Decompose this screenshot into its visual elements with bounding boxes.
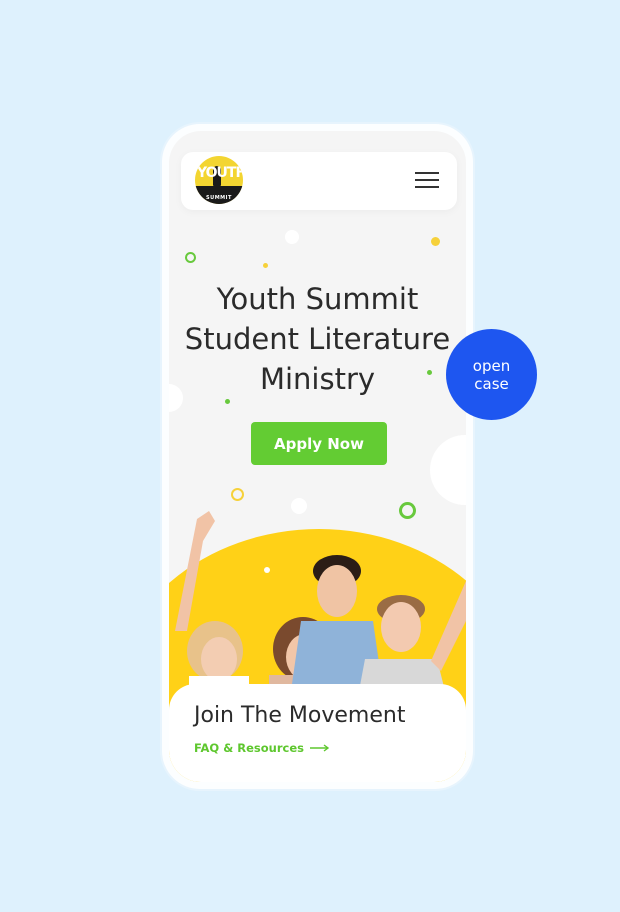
card-title: Join The Movement (194, 703, 406, 728)
open-case-line: case (474, 374, 509, 393)
decor-dot (231, 488, 244, 501)
arrow-right-icon (309, 744, 330, 752)
faq-resources-link[interactable]: FAQ & Resources (194, 741, 330, 755)
hamburger-icon[interactable] (415, 172, 439, 188)
movement-card: Join The Movement FAQ & Resources (169, 684, 466, 782)
group-photo (175, 511, 466, 691)
decor-dot (225, 399, 230, 404)
decor-dot (430, 435, 466, 505)
open-case-button[interactable]: open case (446, 329, 537, 420)
hero-title-line: Ministry (259, 362, 376, 396)
decor-dot (185, 252, 196, 263)
header-bar: YOUTH SUMMIT (181, 152, 457, 210)
open-case-line: open (472, 356, 511, 375)
apply-now-button[interactable]: Apply Now (251, 422, 387, 465)
phone-screen: YOUTH SUMMIT Youth Summit Student Litera… (169, 131, 466, 782)
phone-frame: YOUTH SUMMIT Youth Summit Student Litera… (162, 124, 473, 789)
decor-dot (263, 263, 268, 268)
hero-title: Youth Summit Student Literature Ministry (169, 279, 466, 399)
hero-title-line: Youth Summit (216, 282, 419, 316)
decor-dot (431, 237, 440, 246)
faq-link-label: FAQ & Resources (194, 741, 304, 755)
decor-dot (285, 230, 299, 244)
brand-logo[interactable]: YOUTH SUMMIT (195, 156, 243, 204)
logo-subtext: SUMMIT (206, 195, 232, 201)
logo-wordmark: YOUTH (197, 165, 243, 181)
hero-title-line: Student Literature (184, 322, 451, 356)
